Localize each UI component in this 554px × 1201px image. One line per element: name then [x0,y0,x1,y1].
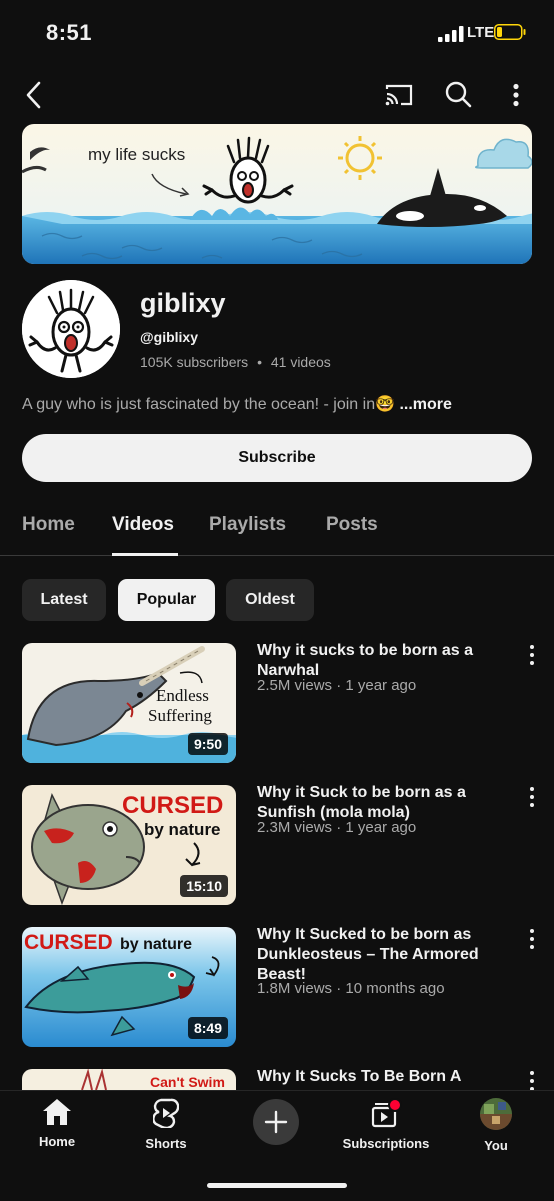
search-icon [445,81,472,108]
subscriptions-icon [371,1098,402,1128]
nerd-emoji-icon: 🤓 [375,396,396,413]
chevron-left-icon [26,81,41,109]
description-text: A guy who is just fascinated by the ocea… [22,396,376,413]
battery-icon [494,24,526,40]
channel-name: giblixy [140,288,226,318]
video-title[interactable]: Why It Sucks To Be Born A [257,1067,502,1090]
video-title[interactable]: Why It Sucked to be born as Dunkleosteus… [257,925,502,985]
create-button[interactable] [253,1099,299,1145]
video-meta: 2.3M views · 1 year ago [257,819,417,836]
more-vert-icon [530,787,534,807]
video-more-button[interactable] [520,927,544,951]
video-duration: 8:49 [187,1017,228,1039]
search-button[interactable] [442,78,474,110]
more-options-button[interactable] [504,80,528,110]
channel-stats: 105K subscribers • 41 videos [140,354,331,370]
cast-icon [385,84,413,106]
chip-latest[interactable]: Latest [22,579,106,621]
thumb-text-1: CURSED [24,931,113,954]
channel-handle: @giblixy [140,329,198,345]
active-tab-indicator [112,553,178,556]
channel-description[interactable]: A guy who is just fascinated by the ocea… [22,394,542,414]
stick-figure-avatar-icon [22,280,120,378]
tab-home[interactable]: Home [22,514,75,536]
video-duration: 15:10 [180,875,228,897]
thumb-text-1: Endless [156,686,209,705]
tab-videos[interactable]: Videos [112,514,174,536]
thumb-text-2: by nature [144,820,221,839]
stats-separator: • [257,354,262,370]
home-icon [43,1099,71,1125]
video-duration: 9:50 [187,733,228,755]
video-title[interactable]: Why it sucks to be born as a Narwhal [257,641,502,681]
more-vert-icon [530,929,534,949]
nav-label: Subscriptions [342,1136,430,1151]
back-button[interactable] [18,80,48,110]
thumb-text-2: by nature [120,936,192,953]
shorts-icon [153,1098,179,1128]
cast-button[interactable] [382,80,416,110]
video-more-button[interactable] [520,1069,544,1090]
video-meta: 1.8M views · 10 months ago [257,980,445,997]
more-vert-icon [530,645,534,665]
fish-thumbnail-image: Can't Swim [22,1069,236,1090]
thumb-text-1: CURSED [122,792,223,819]
video-thumbnail[interactable]: Endless Suffering 9:50 [22,643,236,763]
video-meta: 2.5M views · 1 year ago [257,677,417,694]
network-label: LTE [467,24,495,41]
subscriber-count: 105K subscribers [140,354,249,370]
video-more-button[interactable] [520,785,544,809]
nav-subscriptions[interactable]: Subscriptions [336,1098,436,1151]
more-vert-icon [513,83,519,107]
status-time: 8:51 [46,20,93,45]
banner-caption: my life sucks [88,145,185,164]
video-title[interactable]: Why it Suck to be born as a Sunfish (mol… [257,783,502,823]
nav-home[interactable]: Home [7,1098,107,1149]
video-thumbnail[interactable]: CURSED by nature 15:10 [22,785,236,905]
video-thumbnail[interactable]: Can't Swim [22,1069,236,1090]
home-indicator [207,1183,347,1188]
nav-label: Shorts [145,1136,187,1151]
chip-popular[interactable]: Popular [118,579,215,621]
channel-avatar[interactable] [22,280,120,378]
nav-label: Home [38,1134,76,1149]
subscribe-button[interactable]: Subscribe [22,434,532,482]
thumb-text-1: Can't Swim [150,1074,225,1090]
channel-banner: my life sucks [22,124,532,264]
video-count: 41 videos [270,354,331,370]
avatar-icon [480,1098,512,1130]
tabs-divider [0,555,554,556]
signal-icon [438,26,464,42]
nav-label: You [484,1138,508,1153]
more-vert-icon [530,1071,534,1090]
more-link[interactable]: ...more [399,396,451,413]
tab-playlists[interactable]: Playlists [209,514,286,536]
thumb-text-2: Suffering [148,706,212,725]
video-more-button[interactable] [520,643,544,667]
create-plus-icon [264,1110,288,1134]
nav-shorts[interactable]: Shorts [116,1098,216,1151]
video-thumbnail[interactable]: CURSED by nature 8:49 [22,927,236,1047]
nav-you[interactable]: You [446,1098,546,1153]
tab-posts[interactable]: Posts [326,514,378,536]
chip-oldest[interactable]: Oldest [226,579,314,621]
